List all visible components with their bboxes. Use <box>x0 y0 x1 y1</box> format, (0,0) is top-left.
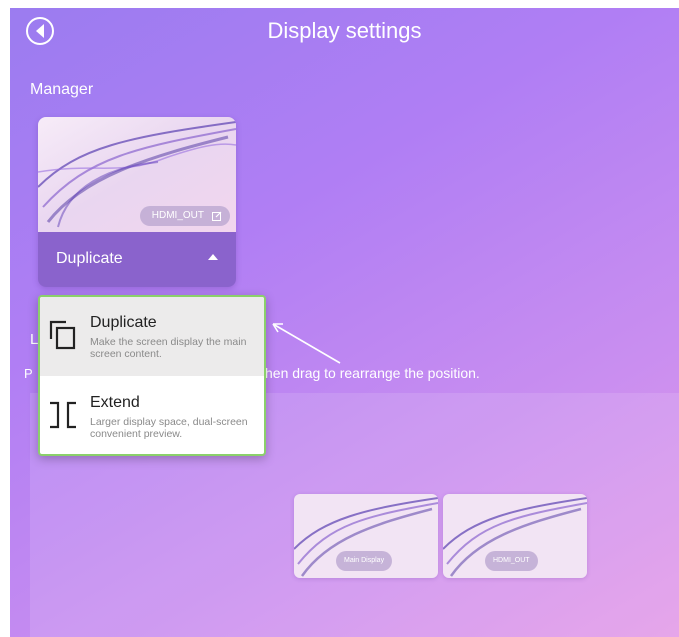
page-title: Display settings <box>267 18 422 43</box>
option-name: Duplicate <box>90 314 157 331</box>
option-duplicate[interactable]: Duplicate Make the screen display the ma… <box>40 297 264 376</box>
mode-selector-label: Duplicate <box>56 250 123 267</box>
display-tile-hdmi[interactable]: HDMI_OUT <box>443 494 587 578</box>
display-tile-label: HDMI_OUT <box>485 551 538 571</box>
layout-instruction-start: P <box>24 366 33 381</box>
layout-instruction: hen drag to rearrange the position. <box>265 365 480 381</box>
option-description: Larger display space, dual-screen conven… <box>90 416 248 440</box>
extend-icon <box>50 401 76 429</box>
output-badge-label: HDMI_OUT <box>151 210 204 221</box>
display-card[interactable]: HDMI_OUT Duplicate <box>38 117 236 287</box>
display-tile-main[interactable]: Main Display <box>294 494 438 578</box>
caret-up-icon <box>208 254 218 260</box>
option-extend[interactable]: Extend Larger display space, dual-screen… <box>40 377 264 454</box>
edit-icon <box>212 211 222 221</box>
duplicate-icon <box>49 320 76 350</box>
display-tile-label: Main Display <box>336 551 393 571</box>
manager-section-label: Manager <box>30 81 94 98</box>
mode-selector[interactable]: Duplicate <box>38 232 236 287</box>
option-name: Extend <box>90 394 140 411</box>
output-badge[interactable]: HDMI_OUT <box>139 206 230 226</box>
option-description: Make the screen display the main screen … <box>90 336 247 360</box>
mode-dropdown: Duplicate Make the screen display the ma… <box>38 295 266 456</box>
